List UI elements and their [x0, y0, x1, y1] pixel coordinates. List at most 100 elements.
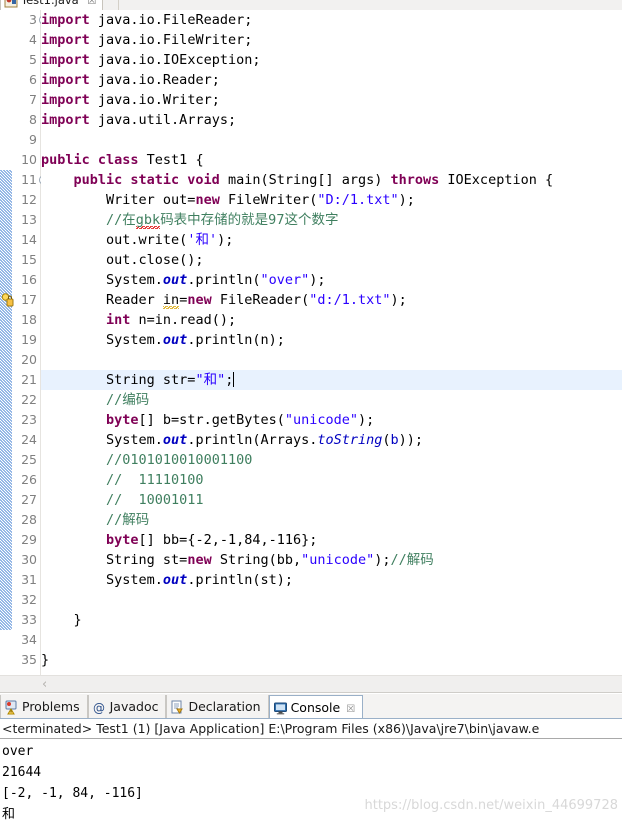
code-line[interactable]: System.out.println(Arrays.toString(b)); [41, 430, 622, 450]
code-token: System. [41, 432, 163, 448]
gutter-row[interactable]: 13 [12, 210, 40, 230]
code-line[interactable]: import java.util.Arrays; [41, 110, 622, 130]
code-line[interactable]: import java.io.IOException; [41, 50, 622, 70]
code-line[interactable]: //0101010010001100 [41, 450, 622, 470]
gutter-row[interactable]: 10 [12, 150, 40, 170]
gutter-row[interactable]: 24 [12, 430, 40, 450]
line-number: 11 [21, 172, 37, 187]
gutter-row[interactable]: 21 [12, 370, 40, 390]
line-number: 19 [21, 332, 37, 347]
code-line[interactable]: import java.io.FileReader; [41, 10, 622, 30]
editor-tab-test1-java[interactable]: Test1.java ☒ [0, 0, 104, 10]
gutter-row[interactable]: 23 [12, 410, 40, 430]
code-line[interactable]: //编码 [41, 390, 622, 410]
code-line[interactable]: Writer out=new FileWriter("D:/1.txt"); [41, 190, 622, 210]
code-line[interactable]: } [41, 650, 622, 670]
gutter-row[interactable]: 4 [12, 30, 40, 50]
code-token: ); [309, 272, 326, 288]
gutter-row[interactable]: 27 [12, 490, 40, 510]
code-line[interactable]: System.out.println(n); [41, 330, 622, 350]
code-text-area[interactable]: import java.io.FileReader; import java.io… [41, 10, 622, 675]
gutter-row[interactable]: 35 [12, 650, 40, 670]
code-line[interactable]: } [41, 610, 622, 630]
code-line[interactable]: int n=in.read(); [41, 310, 622, 330]
gutter-row[interactable]: 33 [12, 610, 40, 630]
code-token: throws [390, 172, 440, 188]
gutter-row[interactable]: 11 [12, 170, 49, 190]
line-number: 7 [29, 92, 37, 107]
gutter-row[interactable]: 12 [12, 190, 40, 210]
gutter-row[interactable]: 9 [12, 130, 40, 150]
gutter-row[interactable]: 15 [12, 250, 40, 270]
code-line[interactable]: import java.io.FileWriter; [41, 30, 622, 50]
gutter-row[interactable]: 19 [12, 330, 40, 350]
view-tab-console[interactable]: Console ☒ [268, 695, 364, 718]
view-tab-close-icon[interactable]: ☒ [346, 704, 355, 715]
code-line[interactable]: // 10001011 [41, 490, 622, 510]
code-line[interactable]: Reader in=new FileReader("d:/1.txt"); [41, 290, 622, 310]
code-line[interactable]: //在gbk码表中存储的就是97这个数字 [41, 210, 622, 231]
code-line[interactable]: out.close(); [41, 250, 622, 270]
gutter-row[interactable]: 14 [12, 230, 40, 250]
code-line[interactable]: public static void main(String[] args) t… [41, 170, 622, 190]
code-token: ; [225, 372, 234, 388]
gutter-row[interactable]: 16 [12, 270, 40, 290]
gutter-row[interactable]: 30 [12, 550, 40, 570]
gutter-row[interactable]: 22 [12, 390, 40, 410]
code-line[interactable] [41, 590, 622, 610]
code-line[interactable]: out.write('和'); [41, 230, 622, 250]
gutter-row[interactable]: 31 [12, 570, 40, 590]
code-line[interactable]: byte[] bb={-2,-1,84,-116}; [41, 530, 622, 550]
gutter-row[interactable]: 6 [12, 70, 40, 90]
editor-horizontal-scrollbar[interactable]: ‹ [0, 675, 622, 693]
code-line[interactable]: System.out.println(st); [41, 570, 622, 590]
view-tab-label: Declaration [188, 699, 261, 714]
warning-marker-icon[interactable] [1, 293, 15, 307]
code-line[interactable]: public class Test1 { [41, 150, 622, 170]
code-line[interactable]: byte[] b=str.getBytes("unicode"); [41, 410, 622, 430]
gutter-row[interactable]: 32 [12, 590, 40, 610]
code-line[interactable] [41, 630, 622, 650]
code-editor[interactable]: 3 4 5 6 7 8 9 10 11 12 13 14 15 16 17 18 19 20 21 22 23 24 25 2… [0, 10, 622, 675]
code-line[interactable]: String st=new String(bb,"unicode");//解码 [41, 550, 622, 570]
view-tab-declaration[interactable]: Declaration [166, 695, 269, 718]
code-line[interactable]: import java.io.Reader; [41, 70, 622, 90]
gutter-row[interactable]: 29 [12, 530, 40, 550]
code-token: } [41, 652, 50, 668]
gutter-row[interactable]: 17 [1, 290, 40, 310]
gutter-row[interactable]: 5 [12, 50, 40, 70]
gutter-row[interactable]: 28 [12, 510, 40, 530]
console-launch-header: <terminated> Test1 (1) [Java Application… [0, 719, 622, 739]
gutter-row[interactable]: 18 [12, 310, 40, 330]
gutter-row[interactable]: 25 [12, 450, 40, 470]
code-line[interactable]: // 11110100 [41, 470, 622, 490]
code-line[interactable] [41, 130, 622, 150]
svg-text:@: @ [93, 701, 105, 715]
gutter-row[interactable]: 34 [12, 630, 40, 650]
gutter-row[interactable]: 26 [12, 470, 40, 490]
gutter-row[interactable]: 7 [12, 90, 40, 110]
line-number: 28 [21, 512, 37, 527]
java-file-icon [4, 0, 18, 8]
code-line[interactable]: String str="和"; [41, 370, 622, 390]
scroll-left-arrow-icon[interactable]: ‹ [42, 677, 47, 692]
code-line[interactable]: System.out.println("over"); [41, 270, 622, 290]
code-line[interactable]: //解码 [41, 510, 622, 530]
editor-tab-close-icon[interactable]: ☒ [87, 0, 96, 7]
line-number-gutter[interactable]: 3 4 5 6 7 8 9 10 11 12 13 14 15 16 17 18 19 20 21 22 23 24 25 2… [1, 10, 49, 675]
gutter-row[interactable]: 20 [12, 350, 40, 370]
line-number: 13 [21, 212, 37, 227]
code-token: String str= [41, 372, 196, 388]
line-number: 18 [21, 312, 37, 327]
console-icon [273, 700, 288, 715]
view-tab-bar[interactable]: Problems @ Javadoc Declaration Console ☒ [0, 694, 622, 719]
code-line[interactable]: import java.io.Writer; [41, 90, 622, 110]
line-number: 30 [21, 552, 37, 567]
code-token: 码表中存储的就是97这个数字 [160, 212, 339, 228]
code-token: java.io.IOException; [89, 52, 261, 68]
view-tab-javadoc[interactable]: @ Javadoc [87, 695, 167, 718]
view-tab-problems[interactable]: Problems [0, 695, 88, 718]
code-line[interactable] [41, 350, 622, 370]
gutter-row[interactable]: 3 [12, 10, 49, 30]
gutter-row[interactable]: 8 [12, 110, 40, 130]
